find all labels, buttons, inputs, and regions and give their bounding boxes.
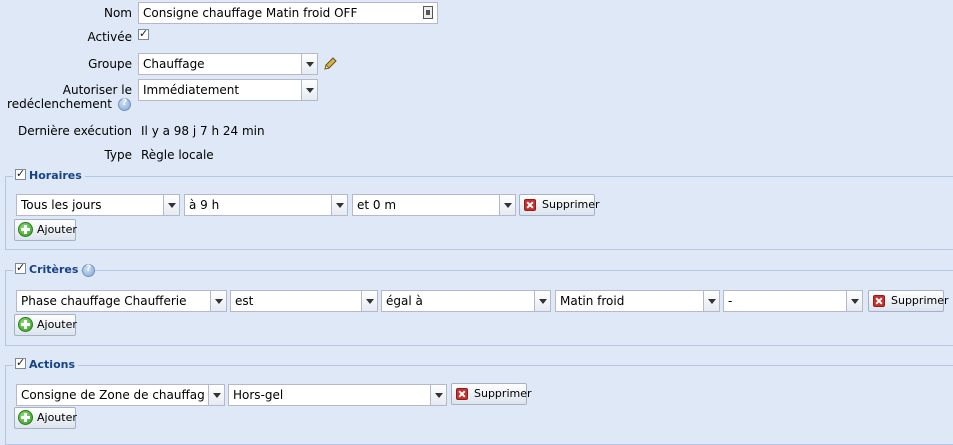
actions-target-value: Consigne de Zone de chauffage C bbox=[21, 388, 204, 402]
add-icon bbox=[18, 317, 33, 332]
horaires-add-label: Ajouter bbox=[37, 223, 77, 236]
chevron-down-icon[interactable] bbox=[331, 195, 347, 215]
horaires-checkbox[interactable] bbox=[15, 167, 26, 181]
criteres-extra-value: - bbox=[728, 294, 733, 308]
horaires-day-select[interactable]: Tous les jours bbox=[16, 194, 180, 216]
activee-checkbox[interactable] bbox=[138, 27, 149, 41]
criteres-delete-label: Supprimer bbox=[891, 294, 949, 307]
chevron-down-icon[interactable] bbox=[430, 385, 446, 405]
actions-value-value: Hors-gel bbox=[233, 388, 284, 402]
add-icon bbox=[18, 410, 33, 425]
actions-target-select[interactable]: Consigne de Zone de chauffage C bbox=[16, 384, 225, 406]
horaires-minute-value: et 0 m bbox=[357, 198, 397, 212]
chevron-down-icon[interactable] bbox=[210, 291, 226, 311]
delete-icon bbox=[456, 388, 468, 400]
actions-checkbox[interactable] bbox=[15, 356, 26, 370]
horaires-minute-select[interactable]: et 0 m bbox=[352, 194, 516, 216]
edit-pencil-icon[interactable] bbox=[322, 56, 338, 72]
criteres-op1-value: est bbox=[235, 294, 254, 308]
horaires-add-button[interactable]: Ajouter bbox=[14, 219, 77, 241]
actions-value-select[interactable]: Hors-gel bbox=[228, 384, 447, 406]
chevron-down-icon[interactable] bbox=[301, 54, 317, 74]
criteres-value-select[interactable]: Matin froid bbox=[555, 290, 720, 312]
nom-label: Nom bbox=[103, 6, 132, 20]
criteres-legend: Critères bbox=[13, 261, 82, 278]
criteres-delete-button[interactable]: Supprimer bbox=[868, 290, 949, 312]
actions-add-label: Ajouter bbox=[37, 411, 77, 424]
derniere-execution-label: Dernière exécution bbox=[17, 124, 132, 138]
criteres-add-button[interactable]: Ajouter bbox=[14, 314, 77, 336]
horaires-hour-select[interactable]: à 9 h bbox=[184, 194, 348, 216]
horaires-delete-button[interactable]: Supprimer bbox=[519, 194, 600, 216]
autoriser-label-line2: redéclenchement bbox=[7, 97, 112, 111]
chevron-down-icon[interactable] bbox=[703, 291, 719, 311]
chevron-down-icon[interactable] bbox=[163, 195, 179, 215]
type-label: Type bbox=[104, 148, 132, 162]
actions-title: Actions bbox=[29, 358, 75, 371]
type-value: Règle locale bbox=[141, 148, 214, 162]
criteres-add-label: Ajouter bbox=[37, 318, 77, 331]
horaires-delete-label: Supprimer bbox=[542, 198, 600, 211]
add-icon bbox=[18, 222, 33, 237]
delete-icon bbox=[524, 199, 536, 211]
chevron-down-icon[interactable] bbox=[301, 80, 317, 100]
criteres-value-value: Matin froid bbox=[560, 294, 625, 308]
criteres-field-select[interactable]: Phase chauffage Chaufferie bbox=[16, 290, 227, 312]
actions-delete-button[interactable]: Supprimer bbox=[451, 383, 532, 405]
actions-delete-label: Supprimer bbox=[474, 387, 532, 400]
groupe-label: Groupe bbox=[88, 57, 132, 71]
groupe-select-value: Chauffage bbox=[143, 57, 205, 71]
groupe-select[interactable]: Chauffage bbox=[138, 53, 318, 75]
actions-legend: Actions bbox=[13, 356, 78, 373]
horaires-day-value: Tous les jours bbox=[21, 198, 102, 212]
criteres-title: Critères bbox=[29, 263, 79, 276]
criteres-extra-select[interactable]: - bbox=[723, 290, 863, 312]
actions-add-button[interactable]: Ajouter bbox=[14, 407, 77, 429]
help-icon[interactable] bbox=[118, 98, 131, 111]
criteres-checkbox[interactable] bbox=[15, 261, 26, 275]
delete-icon bbox=[873, 295, 885, 307]
derniere-execution-value: Il y a 98 j 7 h 24 min bbox=[141, 124, 265, 138]
horaires-legend: Horaires bbox=[13, 167, 85, 184]
autoriser-select[interactable]: Immédiatement bbox=[138, 79, 318, 101]
horaires-title: Horaires bbox=[29, 169, 82, 182]
horaires-hour-value: à 9 h bbox=[189, 198, 220, 212]
nom-input-value: Consigne chauffage Matin froid OFF bbox=[143, 6, 358, 20]
autoriser-label-line1: Autoriser le bbox=[62, 83, 132, 97]
autoriser-select-value: Immédiatement bbox=[143, 83, 240, 97]
help-icon[interactable] bbox=[82, 264, 95, 277]
chevron-down-icon[interactable] bbox=[208, 385, 224, 405]
criteres-op1-select[interactable]: est bbox=[230, 290, 378, 312]
nom-input[interactable]: Consigne chauffage Matin froid OFF bbox=[138, 2, 438, 24]
criteres-op2-value: égal à bbox=[386, 294, 423, 308]
criteres-field-value: Phase chauffage Chaufferie bbox=[21, 294, 187, 308]
criteres-op2-select[interactable]: égal à bbox=[381, 290, 551, 312]
chevron-down-icon[interactable] bbox=[534, 291, 550, 311]
chevron-down-icon[interactable] bbox=[361, 291, 377, 311]
activee-label: Activée bbox=[87, 30, 132, 44]
contact-card-icon[interactable] bbox=[423, 6, 433, 19]
chevron-down-icon[interactable] bbox=[846, 291, 862, 311]
chevron-down-icon[interactable] bbox=[499, 195, 515, 215]
